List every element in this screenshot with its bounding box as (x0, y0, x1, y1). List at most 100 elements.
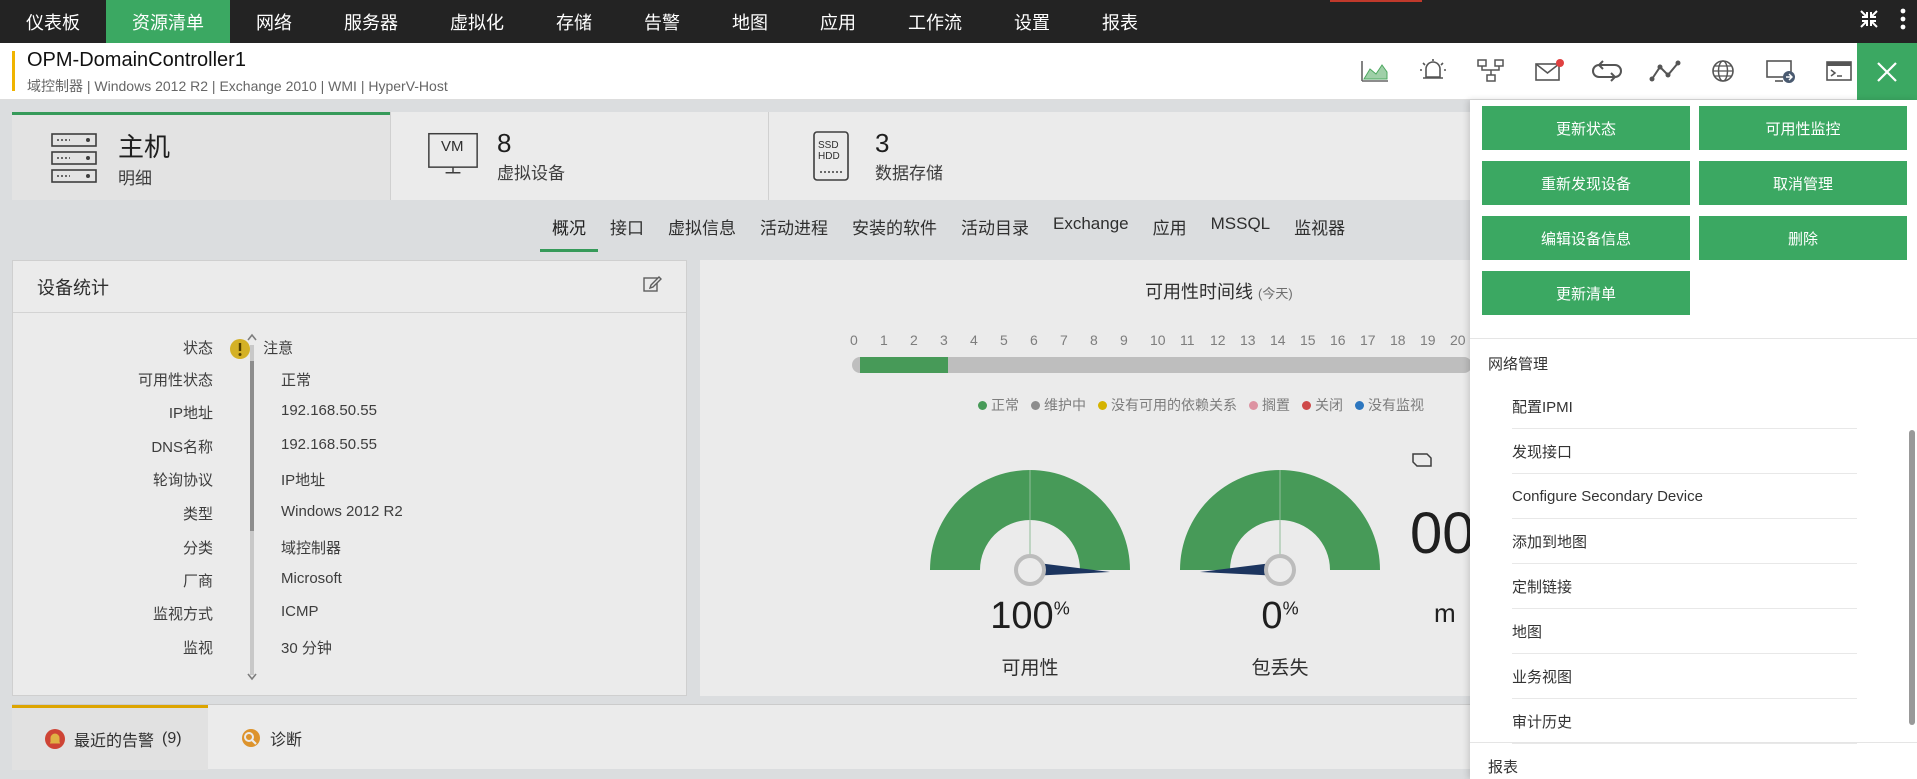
stat-row: 监视 30 分钟 (13, 637, 633, 659)
top-red-strip (1330, 0, 1422, 2)
stat-value: 正常 (281, 372, 312, 389)
nav-virtualization[interactable]: 虚拟化 (424, 0, 530, 43)
tab-exchange[interactable]: Exchange (1041, 208, 1141, 252)
hour-label: 10 (1150, 332, 1166, 348)
nav-workflow[interactable]: 工作流 (882, 0, 988, 43)
diagnostics-icon (242, 728, 260, 747)
detail-tabs: 概况 接口 虚拟信息 活动进程 安装的软件 活动目录 Exchange 应用 M… (540, 208, 1357, 252)
availability-title-note: (今天) (1258, 286, 1293, 301)
tab-apps[interactable]: 应用 (1141, 208, 1199, 252)
scroll-down-icon[interactable] (245, 671, 259, 683)
device-header: OPM-DomainController1 域控制器 | Windows 201… (0, 43, 1917, 100)
menu-configure-ipmi[interactable]: 配置IPMI (1512, 384, 1857, 429)
update-status-button[interactable]: 更新状态 (1482, 106, 1690, 150)
hour-label: 7 (1060, 332, 1068, 348)
mail-icon[interactable] (1529, 51, 1569, 91)
stat-value: 192.168.50.55 (281, 402, 377, 419)
availability-title-text: 可用性时间线 (1145, 282, 1253, 302)
scroll-up-icon[interactable] (245, 331, 259, 343)
unmanage-button[interactable]: 取消管理 (1699, 161, 1907, 205)
tab-mssql[interactable]: MSSQL (1199, 208, 1283, 252)
tab-monitors[interactable]: 监视器 (1282, 208, 1357, 252)
ssd-hdd-badge: SSD HDD (818, 140, 840, 162)
legend-item: 搁置 (1249, 395, 1290, 415)
virtual-devices-card[interactable]: VM 8 虚拟设备 (390, 112, 768, 200)
edit-device-info-button[interactable]: 编辑设备信息 (1482, 216, 1690, 260)
more-vertical-icon[interactable] (1899, 8, 1907, 36)
network-topology-icon[interactable] (1471, 51, 1511, 91)
status-text: 注意 (263, 340, 294, 357)
tab-installed-software[interactable]: 安装的软件 (840, 208, 949, 252)
menu-configure-secondary-device[interactable]: Configure Secondary Device (1512, 474, 1857, 519)
legend-item: 维护中 (1031, 395, 1086, 415)
nav-storage[interactable]: 存储 (530, 0, 618, 43)
tab-diagnostics[interactable]: 诊断 (240, 705, 302, 770)
nav-dashboard[interactable]: 仪表板 (0, 0, 106, 43)
timeline-hours: 0 1 2 3 4 5 6 7 8 9 10 11 12 13 14 15 16… (850, 332, 1530, 348)
device-name: OPM-DomainController1 (27, 49, 246, 71)
tab-virtual-info[interactable]: 虚拟信息 (656, 208, 748, 252)
scroll-doc-icon[interactable] (1410, 450, 1434, 468)
nav-network[interactable]: 网络 (230, 0, 318, 43)
stat-row: 可用性状态 正常 (13, 369, 633, 391)
tab-active-directory[interactable]: 活动目录 (949, 208, 1041, 252)
packet-loss-label: 包丢失 (1251, 658, 1309, 679)
availability-timeline-bar[interactable] (852, 357, 1472, 373)
nav-inventory[interactable]: 资源清单 (106, 0, 230, 43)
panel-scrollbar[interactable] (1908, 385, 1915, 730)
vm-count: 8 (497, 128, 512, 158)
stat-row: 状态 注意 (13, 337, 633, 360)
host-subtitle: 明细 (118, 168, 152, 188)
menu-map[interactable]: 地图 (1512, 609, 1857, 654)
stat-key: 监视方式 (152, 606, 213, 623)
tab-processes[interactable]: 活动进程 (748, 208, 840, 252)
stat-key: DNS名称 (151, 439, 213, 456)
close-panel-button[interactable] (1857, 43, 1917, 100)
stats-scrollbar[interactable] (245, 331, 259, 691)
trend-line-icon[interactable] (1645, 51, 1685, 91)
alarm-bell-icon[interactable] (1413, 51, 1453, 91)
response-gauge: 00 m 应答 (1410, 450, 1470, 650)
nav-servers[interactable]: 服务器 (318, 0, 424, 43)
tab-interfaces[interactable]: 接口 (598, 208, 656, 252)
datastore-card[interactable]: SSD HDD 3 数据存储 (768, 112, 1128, 200)
remote-desktop-icon[interactable] (1761, 51, 1801, 91)
availability-label: 可用性 (1001, 658, 1059, 679)
menu-business-view[interactable]: 业务视图 (1512, 654, 1857, 699)
close-icon (1877, 61, 1897, 82)
availability-panel: 可用性时间线 (今天) 0 1 2 3 4 5 6 7 8 9 10 11 12… (700, 260, 1472, 696)
packet-loss-value: 0% (1261, 595, 1299, 637)
recent-alarms-count: (9) (162, 730, 182, 747)
menu-discover-interfaces[interactable]: 发现接口 (1512, 429, 1857, 474)
nav-settings[interactable]: 设置 (988, 0, 1076, 43)
stats-title: 设备统计 (37, 277, 109, 298)
stat-key: 类型 (182, 506, 213, 523)
host-card[interactable]: 主机 明细 (12, 112, 390, 200)
collapse-icon[interactable] (1859, 9, 1879, 35)
stat-key: 分类 (182, 540, 213, 557)
area-chart-icon[interactable] (1355, 51, 1395, 91)
terminal-icon[interactable] (1819, 51, 1859, 91)
reports-heading: 报表 (1488, 759, 1519, 776)
menu-custom-links[interactable]: 定制链接 (1512, 564, 1857, 609)
nav-maps[interactable]: 地图 (706, 0, 794, 43)
tab-overview[interactable]: 概况 (540, 208, 598, 252)
hour-label: 15 (1300, 332, 1316, 348)
menu-audit-history[interactable]: 审计历史 (1512, 699, 1857, 744)
alarm-badge-icon (45, 729, 65, 749)
nav-alarms[interactable]: 告警 (618, 0, 706, 43)
rediscover-device-button[interactable]: 重新发现设备 (1482, 161, 1690, 205)
menu-add-to-map[interactable]: 添加到地图 (1512, 519, 1857, 564)
tab-recent-alarms[interactable]: 最近的告警 (9) (12, 705, 208, 770)
refresh-loop-icon[interactable] (1587, 51, 1627, 91)
edit-icon[interactable] (642, 274, 662, 299)
update-inventory-button[interactable]: 更新清单 (1482, 271, 1690, 315)
device-stats-panel: 设备统计 状态 注意 可用性状态 正常 IP地址 192.168.50.55 DNS… (12, 260, 687, 696)
hour-label: 18 (1390, 332, 1406, 348)
nav-apps[interactable]: 应用 (794, 0, 882, 43)
delete-button[interactable]: 删除 (1699, 216, 1907, 260)
packet-loss-gauge: 0% 包丢失 (1175, 450, 1385, 679)
availability-monitor-button[interactable]: 可用性监控 (1699, 106, 1907, 150)
globe-icon[interactable] (1703, 51, 1743, 91)
nav-reports[interactable]: 报表 (1076, 0, 1164, 43)
